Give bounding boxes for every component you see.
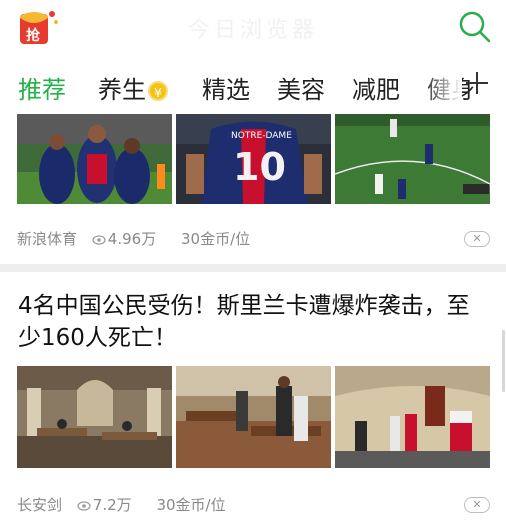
article-headline[interactable]: 4名中国公民受伤！斯里兰卡遭爆炸袭击，至少160人死亡！ bbox=[18, 290, 488, 354]
article-card-sports[interactable]: NOTRE-DAME 10 新浪体育 4.96万 30金币/位 ✕ bbox=[0, 112, 506, 264]
article-source: 长安剑 bbox=[17, 496, 63, 514]
category-tabs: 推荐 养生¥ 精选 美容 减肥 健身 bbox=[0, 60, 506, 112]
coin-badge-icon: ¥ bbox=[148, 81, 168, 101]
app-title: 今日浏览器 bbox=[187, 18, 318, 43]
church-interior-image bbox=[17, 366, 172, 468]
tab-label: 美容 bbox=[277, 76, 325, 104]
tab-recommend[interactable]: 推荐 bbox=[18, 70, 66, 105]
tab-diet[interactable]: 减肥 bbox=[352, 70, 400, 105]
jersey-name: NOTRE-DAME bbox=[231, 131, 292, 141]
close-icon[interactable]: ✕ bbox=[464, 231, 490, 247]
top-bar: 抢 今日浏览器 bbox=[0, 0, 506, 58]
scrollbar[interactable] bbox=[502, 330, 505, 392]
tab-label: 减肥 bbox=[352, 76, 400, 104]
view-count-value: 4.96万 bbox=[107, 230, 157, 248]
article-source: 新浪体育 bbox=[17, 230, 78, 248]
article-card-news[interactable]: 4名中国公民受伤！斯里兰卡遭爆炸袭击，至少160人死亡！ 长安剑 7.2万 30… bbox=[0, 272, 506, 528]
view-count-value: 7.2万 bbox=[92, 496, 132, 514]
card-separator bbox=[0, 264, 506, 272]
eye-icon bbox=[92, 234, 106, 245]
tab-health[interactable]: 养生 ¥ bbox=[98, 70, 168, 105]
football-match-image bbox=[335, 114, 490, 204]
tab-label: 养生 bbox=[98, 76, 146, 104]
church-aftermath-image bbox=[335, 366, 490, 468]
tab-label: 精选 bbox=[202, 76, 250, 104]
article-meta: 新浪体育 4.96万 30金币/位 bbox=[17, 228, 260, 249]
tab-fade bbox=[422, 60, 462, 112]
search-icon[interactable] bbox=[458, 10, 492, 44]
reward-text: 30金币/位 bbox=[156, 496, 226, 514]
reward-text: 30金币/位 bbox=[180, 230, 251, 248]
article-meta: 长安剑 7.2万 30金币/位 bbox=[17, 494, 236, 515]
tab-featured[interactable]: 精选 bbox=[202, 70, 250, 105]
plus-icon[interactable] bbox=[462, 68, 492, 98]
close-icon[interactable]: ✕ bbox=[464, 497, 490, 513]
tab-beauty[interactable]: 美容 bbox=[277, 70, 325, 105]
tab-label: 推荐 bbox=[18, 76, 66, 104]
psg-team-celebration-image bbox=[17, 114, 172, 204]
view-count: 7.2万 bbox=[77, 496, 142, 514]
view-count: 4.96万 bbox=[92, 230, 166, 248]
eye-icon bbox=[77, 500, 91, 511]
church-debris-image bbox=[176, 366, 331, 468]
jersey-number: 10 bbox=[233, 145, 286, 189]
psg-player-10-image: NOTRE-DAME 10 bbox=[176, 114, 331, 204]
